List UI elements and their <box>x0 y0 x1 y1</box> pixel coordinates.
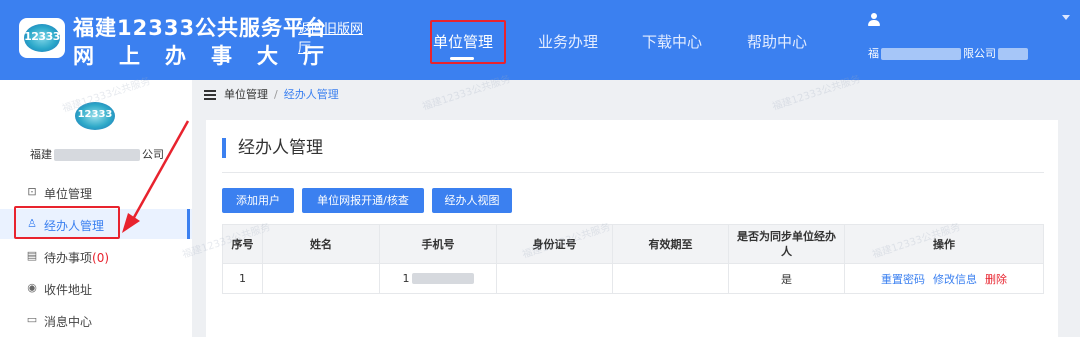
sidebar-item-messages[interactable]: ▭ 消息中心 <box>0 305 192 335</box>
sidebar-company-suffix: 公司 <box>142 148 164 161</box>
user-company-prefix: 福 <box>868 47 879 60</box>
user-company-name[interactable]: 福 限公司 <box>868 45 1028 61</box>
sidebar-item-todo[interactable]: ▤ 待办事项(0) <box>0 241 192 271</box>
column-header: 操作 <box>933 237 955 251</box>
sidebar-company-prefix: 福建 <box>30 148 52 161</box>
logo-text: 12333 <box>24 30 60 43</box>
reset-password-link[interactable]: 重置密码 <box>881 271 925 287</box>
column-header: 序号 <box>223 225 263 263</box>
nav-download[interactable]: 下载中心 <box>642 31 702 52</box>
cell-actions: 重置密码 修改信息 删除 <box>845 264 1043 293</box>
sidebar: 12333 福建 公司 ⊡ 单位管理 ♙ 经办人管理 ▤ 待办事项(0) ◉ 收件… <box>0 80 192 337</box>
todo-icon: ▤ <box>26 249 38 262</box>
title-divider <box>222 172 1044 173</box>
cell-name <box>263 264 380 293</box>
todo-label: 待办事项 <box>44 251 93 265</box>
sidebar-logo: 12333 <box>75 102 115 130</box>
main-panel: 经办人管理 添加用户 单位网报开通/核查 经办人视图 序号 姓名 手机号 身份证… <box>206 120 1058 337</box>
active-indicator <box>187 209 190 239</box>
unit-report-check-button[interactable]: 单位网报开通/核查 <box>302 188 424 213</box>
breadcrumb-separator: / <box>274 88 278 101</box>
redacted-block <box>411 273 474 284</box>
column-header: 身份证号 <box>497 225 613 263</box>
cell-synced: 是 <box>729 264 845 293</box>
redacted-block <box>998 48 1028 60</box>
site-title: 福建12333公共服务平台 <box>73 16 328 40</box>
sidebar-logo-text: 12333 <box>77 109 113 120</box>
cell-phone: 1 <box>380 264 497 293</box>
nav-help[interactable]: 帮助中心 <box>747 31 807 52</box>
page-title: 经办人管理 <box>222 138 323 158</box>
phone-prefix: 1 <box>402 272 410 285</box>
chevron-down-icon[interactable] <box>1062 15 1070 20</box>
top-header: 12333 福建12333公共服务平台 网上办事大厅 返回旧版网厅 单位管理 业… <box>0 0 1080 80</box>
sidebar-item-label: 消息中心 <box>44 315 93 329</box>
user-company-suffix: 限公司 <box>963 47 996 60</box>
sidebar-item-address[interactable]: ◉ 收件地址 <box>0 273 192 303</box>
table-row: 1 1 是 重置密码 修改信息 删除 <box>222 264 1044 294</box>
site-logo[interactable]: 12333 <box>19 18 65 58</box>
annotation-highlight-nav <box>430 20 506 64</box>
operator-view-button[interactable]: 经办人视图 <box>432 188 512 213</box>
table-header: 序号 姓名 手机号 身份证号 有效期至 是否为同步单位经办人 操作 <box>222 224 1044 264</box>
sidebar-item-label: 单位管理 <box>44 187 93 201</box>
redacted-block <box>54 149 140 161</box>
sidebar-item-unit[interactable]: ⊡ 单位管理 <box>0 177 192 207</box>
cell-valid-until <box>613 264 729 293</box>
redacted-block <box>881 48 961 60</box>
column-header: 手机号 <box>380 225 497 263</box>
sidebar-company-name: 福建 公司 <box>30 146 164 162</box>
breadcrumb-root[interactable]: 单位管理 <box>224 88 268 101</box>
menu-toggle-icon[interactable] <box>204 90 216 100</box>
nav-business[interactable]: 业务办理 <box>538 31 598 52</box>
unit-icon: ⊡ <box>27 185 37 198</box>
column-header: 是否为同步单位经办人 <box>729 225 845 263</box>
breadcrumb-current: 经办人管理 <box>283 88 339 101</box>
column-header: 姓名 <box>263 225 380 263</box>
old-version-link[interactable]: 返回旧版网厅 <box>298 20 370 58</box>
edit-info-link[interactable]: 修改信息 <box>933 271 977 287</box>
cell-id-number <box>497 264 613 293</box>
breadcrumb: 单位管理 / 经办人管理 <box>204 86 339 102</box>
sidebar-item-label: 收件地址 <box>44 283 93 297</box>
message-icon: ▭ <box>26 313 38 326</box>
user-icon[interactable] <box>868 13 880 26</box>
location-icon: ◉ <box>27 281 37 294</box>
add-user-button[interactable]: 添加用户 <box>222 188 294 213</box>
sidebar-item-label: 待办事项(0) <box>44 249 109 266</box>
annotation-highlight-sidebar <box>14 206 120 239</box>
delete-link[interactable]: 删除 <box>985 271 1007 287</box>
todo-count: (0) <box>92 251 110 265</box>
cell-index: 1 <box>223 264 263 293</box>
column-header: 有效期至 <box>613 225 729 263</box>
